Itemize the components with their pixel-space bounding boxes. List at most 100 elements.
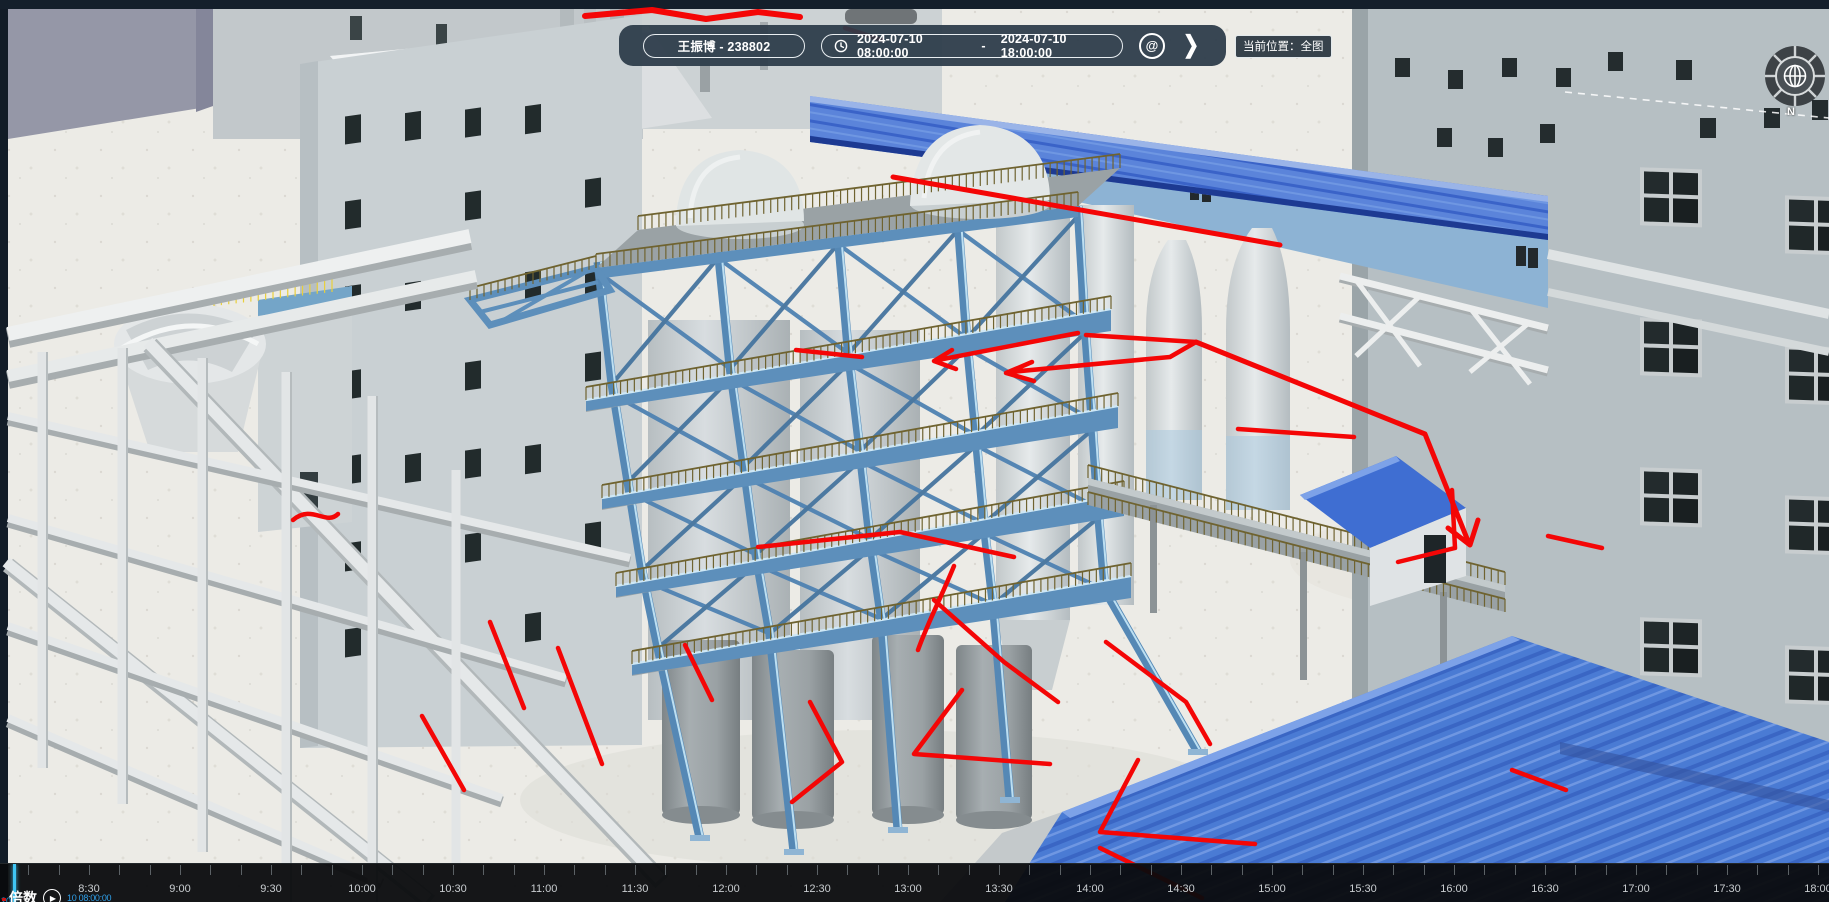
timeline-tick [1211, 865, 1212, 875]
timeline-tick [878, 865, 879, 875]
speed-label: 倍数 [9, 888, 37, 902]
compass-north-label: N [1787, 106, 1795, 118]
timeline-tick [1151, 865, 1152, 875]
timeline-tick [1636, 865, 1637, 875]
corner-marker [2, 898, 6, 901]
timeline-tick [241, 865, 242, 875]
timeline-tick [1666, 865, 1667, 875]
timeline-label: 11:30 [605, 883, 665, 895]
globe-icon [1785, 66, 1806, 87]
timeline-label: 10:00 [332, 883, 392, 895]
timeline-tick [1454, 865, 1455, 875]
timeline-tick [392, 865, 393, 875]
timeline-label: 12:00 [696, 883, 756, 895]
time-end: 2024-07-10 18:00:00 [1001, 32, 1110, 60]
timeline-tick [180, 865, 181, 875]
timeline-label: 15:00 [1242, 883, 1302, 895]
timeline-tick [817, 865, 818, 875]
timeline-tick [28, 865, 29, 875]
timeline-tick [1393, 865, 1394, 875]
timeline-tick [210, 865, 211, 875]
timeline-tick [544, 865, 545, 875]
person-selector[interactable]: 王振博 - 238802 [643, 34, 805, 58]
timeline-tick [605, 865, 606, 875]
timeline-tick [483, 865, 484, 875]
timeline-scrubber[interactable]: 8:309:009:3010:0010:3011:0011:3012:0012:… [0, 863, 1829, 902]
play-button[interactable]: ▶ [43, 889, 61, 902]
timeline-tick [59, 865, 60, 875]
timeline-label: 13:00 [878, 883, 938, 895]
timeline-tick [1120, 865, 1121, 875]
timeline-tick [362, 865, 363, 875]
timeline-tick [514, 865, 515, 875]
playback-time: 10 08:00:00 [67, 893, 111, 902]
timeline-tick [999, 865, 1000, 875]
timeline-tick [1060, 865, 1061, 875]
timeline-tick [119, 865, 120, 875]
timeline-tick [847, 865, 848, 875]
timeline-tick [665, 865, 666, 875]
timeline-label: 17:30 [1697, 883, 1757, 895]
timeline-tick [1424, 865, 1425, 875]
timeline-tick [1272, 865, 1273, 875]
compass-gizmo[interactable]: N [1761, 43, 1829, 123]
timeline-label: 15:30 [1333, 883, 1393, 895]
building-right [1352, 9, 1829, 768]
timeline-tick [1515, 865, 1516, 875]
timeline-tick [1606, 865, 1607, 875]
timeline-tick [938, 865, 939, 875]
timeline-tick [332, 865, 333, 875]
timeline-label: 14:30 [1151, 883, 1211, 895]
compass-icon [1761, 43, 1829, 123]
timeline-label: 13:30 [969, 883, 1029, 895]
play-icon: ▶ [50, 894, 56, 902]
timeline-label: 16:30 [1515, 883, 1575, 895]
person-label: 王振博 - 238802 [678, 36, 771, 55]
timeline-label: 9:30 [241, 883, 301, 895]
timeline-label: 10:30 [423, 883, 483, 895]
timeline-tick [756, 865, 757, 875]
viewport-3d[interactable]: 王振博 - 238802 2024-07-10 08:00:00 - 2024-… [0, 0, 1829, 902]
timeline-tick [635, 865, 636, 875]
timeline-tick [696, 865, 697, 875]
scene-3d [0, 0, 1829, 902]
current-location-badge: 当前位置：全图 [1235, 35, 1332, 58]
timeline-tick [301, 865, 302, 875]
timeline-label: 14:00 [1060, 883, 1120, 895]
locate-button[interactable]: @ [1139, 33, 1165, 59]
timeline-tick [908, 865, 909, 875]
timeline-tick [89, 865, 90, 875]
timeline-tick [1575, 865, 1576, 875]
timeline-tick [1484, 865, 1485, 875]
timeline-label: 17:00 [1606, 883, 1666, 895]
timeline-tick [1181, 865, 1182, 875]
timeline-tick [574, 865, 575, 875]
timeline-tick [150, 865, 151, 875]
timeline-tick [1697, 865, 1698, 875]
current-location-text: 当前位置：全图 [1243, 41, 1324, 53]
tracking-toolbar: 王振博 - 238802 2024-07-10 08:00:00 - 2024-… [619, 25, 1226, 66]
timeline-tick [969, 865, 970, 875]
timeline-tick [1727, 865, 1728, 875]
timeline-label: 9:00 [150, 883, 210, 895]
timeline-label: 12:30 [787, 883, 847, 895]
locate-icon: @ [1146, 39, 1159, 52]
chevron-right-icon: ❯ [1183, 32, 1199, 58]
time-start: 2024-07-10 08:00:00 [857, 32, 966, 60]
timeline-tick [1302, 865, 1303, 875]
timeline-tick [453, 865, 454, 875]
time-separator: - [975, 39, 991, 53]
time-range-picker[interactable]: 2024-07-10 08:00:00 - 2024-07-10 18:00:0… [821, 34, 1123, 58]
next-button[interactable]: ❯ [1181, 31, 1201, 60]
timeline-tick [726, 865, 727, 875]
timeline-tick [1818, 865, 1819, 875]
left-strip [0, 9, 8, 902]
playback-controls: 倍数 ▶ 10 08:00:00 [9, 887, 111, 902]
clock-icon [834, 39, 848, 53]
timeline-tick [1545, 865, 1546, 875]
timeline-label: 18:00 [1788, 883, 1829, 895]
timeline-tick [787, 865, 788, 875]
timeline-tick [423, 865, 424, 875]
timeline-tick [271, 865, 272, 875]
timeline-tick [1333, 865, 1334, 875]
